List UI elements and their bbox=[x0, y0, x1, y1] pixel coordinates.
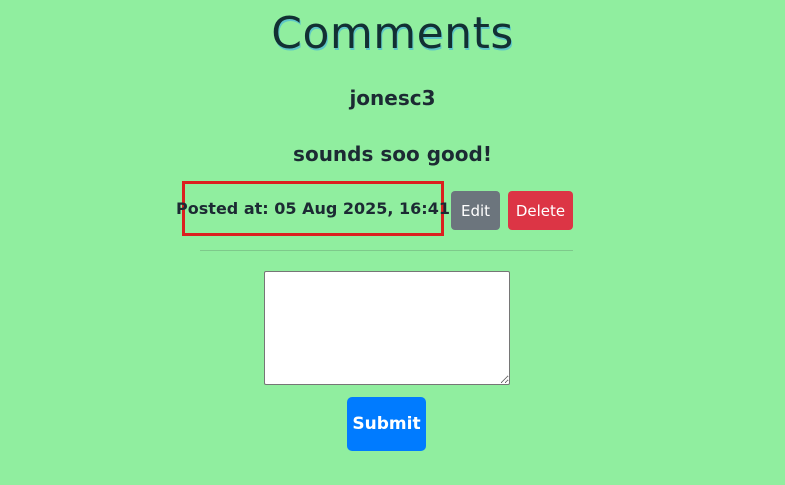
comment-username: jonesc3 bbox=[349, 86, 436, 110]
comment-timestamp: Posted at: 05 Aug 2025, 16:41 bbox=[176, 181, 450, 236]
delete-button[interactable]: Delete bbox=[508, 191, 573, 230]
divider bbox=[200, 250, 573, 251]
comment-text: sounds soo good! bbox=[293, 142, 492, 166]
submit-button[interactable]: Submit bbox=[347, 397, 426, 451]
page-title: Comments bbox=[271, 8, 514, 59]
timestamp-label: Posted at: 05 Aug 2025, 16:41 bbox=[176, 199, 450, 218]
edit-button[interactable]: Edit bbox=[451, 191, 500, 230]
comment-textarea[interactable] bbox=[264, 271, 510, 385]
